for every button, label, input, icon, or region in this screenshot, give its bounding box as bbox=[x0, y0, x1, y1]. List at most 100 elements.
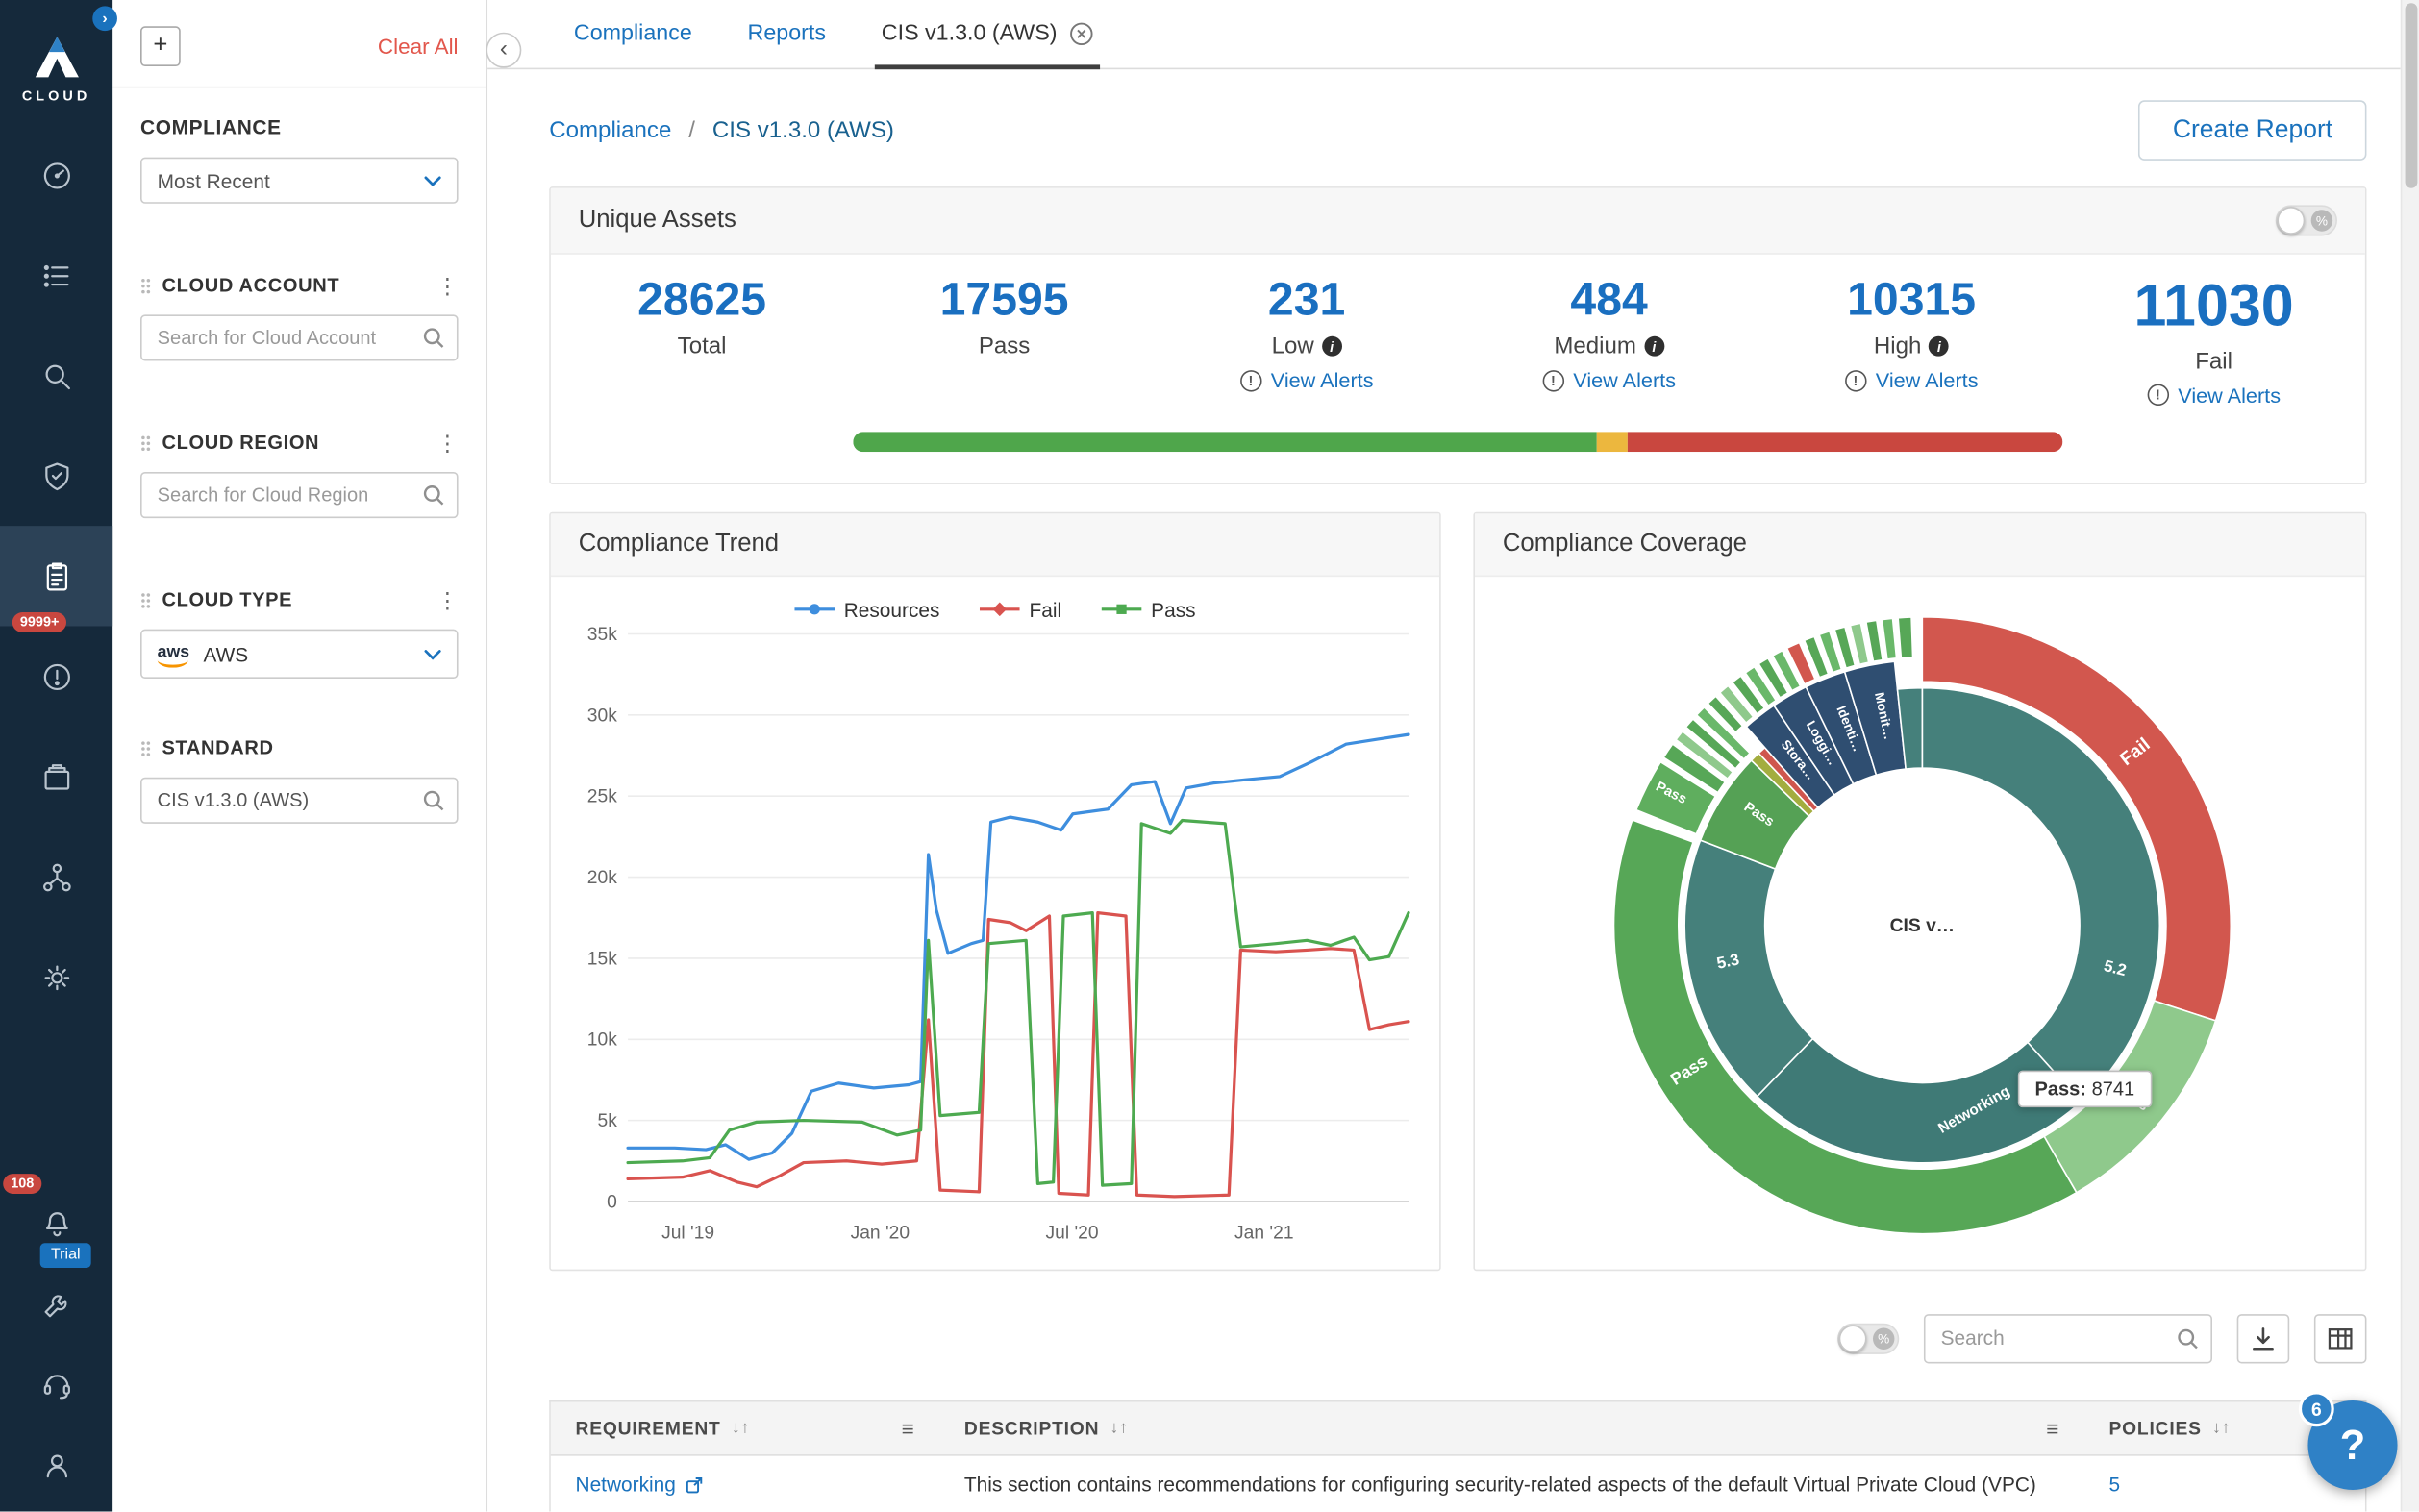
clear-all-button[interactable]: Clear All bbox=[378, 34, 459, 59]
chevron-down-icon bbox=[424, 175, 441, 186]
view-alerts-link[interactable]: View Alerts bbox=[1876, 368, 1979, 391]
table-controls: % bbox=[487, 1313, 2366, 1362]
app-logo[interactable]: CLOUD bbox=[22, 34, 90, 103]
view-alerts-link[interactable]: View Alerts bbox=[2178, 384, 2281, 407]
legend-fail[interactable]: Fail bbox=[980, 598, 1061, 621]
table-search-input[interactable] bbox=[1924, 1313, 2212, 1362]
column-label: REQUIREMENT bbox=[576, 1417, 721, 1438]
library-icon bbox=[39, 759, 73, 793]
stat-label: Low bbox=[1272, 334, 1314, 359]
compliance-coverage-title: Compliance Coverage bbox=[1503, 530, 1747, 558]
sort-icon[interactable]: ↓↑ bbox=[1110, 1419, 1129, 1437]
filter-sidebar: + Clear All COMPLIANCE Most Recent CLOUD… bbox=[112, 0, 487, 1512]
legend-label: Pass bbox=[1151, 598, 1195, 621]
page-scrollbar[interactable] bbox=[2401, 0, 2419, 1512]
tab-compliance[interactable]: Compliance bbox=[567, 0, 698, 68]
nav-item-profile[interactable] bbox=[0, 1425, 112, 1505]
info-icon[interactable]: i bbox=[1322, 336, 1342, 357]
column-menu-icon[interactable]: ≡ bbox=[2046, 1415, 2059, 1440]
tab-label: CIS v1.3.0 (AWS) bbox=[882, 21, 1058, 46]
column-label: DESCRIPTION bbox=[964, 1417, 1099, 1438]
nav-item-inventory[interactable] bbox=[0, 225, 112, 325]
filter-group-cloud-account: CLOUD ACCOUNT ⋮ bbox=[140, 275, 459, 296]
kebab-menu-icon[interactable]: ⋮ bbox=[436, 432, 458, 453]
help-badge: 6 bbox=[2299, 1391, 2334, 1426]
nav-item-library[interactable] bbox=[0, 727, 112, 827]
stat-label: Medium bbox=[1554, 334, 1636, 359]
requirement-link[interactable]: Networking bbox=[576, 1473, 676, 1496]
collapse-sidebar-button[interactable]: ‹ bbox=[486, 33, 521, 68]
view-alerts-link[interactable]: View Alerts bbox=[1271, 368, 1374, 391]
notifications-badge: 108 bbox=[3, 1174, 41, 1194]
nav-item-security[interactable] bbox=[0, 426, 112, 526]
drag-handle-icon[interactable] bbox=[140, 277, 151, 294]
help-button[interactable]: 6 ? bbox=[2307, 1400, 2397, 1490]
nav-item-settings[interactable] bbox=[0, 927, 112, 1027]
nav-item-tools[interactable]: Trial bbox=[0, 1265, 112, 1345]
nav-item-reports[interactable] bbox=[0, 526, 112, 626]
percent-label: % bbox=[1873, 1327, 1894, 1349]
nav-item-alerts[interactable]: 9999+ bbox=[0, 626, 112, 726]
cloud-region-search-input[interactable] bbox=[140, 472, 459, 518]
toggle-knob bbox=[1839, 1325, 1867, 1352]
table-grid-icon bbox=[2327, 1325, 2355, 1352]
sort-icon[interactable]: ↓↑ bbox=[732, 1419, 750, 1437]
create-report-button[interactable]: Create Report bbox=[2139, 100, 2367, 161]
download-button[interactable] bbox=[2237, 1313, 2290, 1362]
stat-label: High bbox=[1874, 334, 1922, 359]
svg-text:CIS v…: CIS v… bbox=[1890, 916, 1955, 936]
column-settings-button[interactable] bbox=[2314, 1313, 2367, 1362]
kebab-menu-icon[interactable]: ⋮ bbox=[436, 275, 458, 296]
nav-item-help[interactable] bbox=[0, 1345, 112, 1425]
column-menu-icon[interactable]: ≡ bbox=[902, 1415, 915, 1440]
tab-reports[interactable]: Reports bbox=[741, 0, 832, 68]
external-link-icon[interactable] bbox=[685, 1475, 703, 1494]
alerts-count-badge: 9999+ bbox=[12, 612, 67, 632]
column-description[interactable]: DESCRIPTION ↓↑ ≡ bbox=[939, 1401, 2084, 1454]
tab-cis-v130-aws[interactable]: CIS v1.3.0 (AWS) bbox=[875, 0, 1100, 68]
asset-stats: 28625 Total 17595 Pass 231 Low i bbox=[551, 273, 2365, 407]
legend-resources[interactable]: Resources bbox=[794, 598, 939, 621]
assets-distribution-bar bbox=[853, 432, 2062, 452]
toggle-knob bbox=[2277, 207, 2305, 235]
cloud-region-search bbox=[140, 472, 459, 518]
kebab-menu-icon[interactable]: ⋮ bbox=[436, 589, 458, 610]
filter-group-cloud-type: CLOUD TYPE ⋮ bbox=[140, 589, 459, 610]
percent-toggle[interactable]: % bbox=[2276, 205, 2337, 235]
sort-select[interactable]: Most Recent bbox=[140, 158, 459, 204]
breadcrumb-parent[interactable]: Compliance bbox=[549, 117, 671, 143]
filter-group-label: CLOUD TYPE bbox=[162, 589, 292, 610]
standard-search-input[interactable] bbox=[140, 778, 459, 824]
column-requirement[interactable]: REQUIREMENT ↓↑ ≡ bbox=[551, 1401, 939, 1454]
view-alerts-link[interactable]: View Alerts bbox=[1573, 368, 1676, 391]
table-percent-toggle[interactable]: % bbox=[1837, 1323, 1899, 1353]
expand-badge[interactable]: › bbox=[92, 6, 117, 31]
drag-handle-icon[interactable] bbox=[140, 591, 151, 608]
drag-handle-icon[interactable] bbox=[140, 434, 151, 452]
alert-circle-icon: ! bbox=[1240, 369, 1261, 390]
nav-item-dashboard[interactable] bbox=[0, 125, 112, 225]
requirements-table: REQUIREMENT ↓↑ ≡ DESCRIPTION ↓↑ ≡ POLICI… bbox=[549, 1400, 2366, 1511]
alert-icon bbox=[39, 659, 73, 693]
info-icon[interactable]: i bbox=[1929, 336, 1949, 357]
legend-pass[interactable]: Pass bbox=[1102, 598, 1196, 621]
drag-handle-icon[interactable] bbox=[140, 739, 151, 756]
checklist-icon bbox=[39, 259, 73, 292]
search-icon bbox=[421, 483, 446, 508]
nav-item-network[interactable] bbox=[0, 827, 112, 927]
policies-count-link[interactable]: 5 bbox=[2108, 1473, 2120, 1496]
breadcrumb-current[interactable]: CIS v1.3.0 (AWS) bbox=[712, 117, 894, 143]
sort-icon[interactable]: ↓↑ bbox=[2212, 1419, 2231, 1437]
bar-segment-pass bbox=[853, 432, 1597, 452]
compliance-coverage-sunburst[interactable]: CIS v…FailPassPassPass5.2Networking5.3Pa… bbox=[1484, 582, 2357, 1274]
scrollbar-thumb[interactable] bbox=[2406, 3, 2418, 188]
cloud-account-search-input[interactable] bbox=[140, 314, 459, 360]
add-filter-button[interactable]: + bbox=[140, 26, 181, 66]
nav-item-search[interactable] bbox=[0, 326, 112, 426]
unique-assets-card: Unique Assets % 28625 Total 17595 Pass bbox=[549, 186, 2366, 483]
compliance-coverage-card: Compliance Coverage CIS v…FailPassPassPa… bbox=[1473, 511, 2366, 1270]
info-icon[interactable]: i bbox=[1644, 336, 1664, 357]
close-tab-icon[interactable] bbox=[1069, 21, 1094, 46]
tab-label: Compliance bbox=[574, 21, 692, 46]
cloud-type-select[interactable]: aws AWS bbox=[140, 630, 459, 679]
